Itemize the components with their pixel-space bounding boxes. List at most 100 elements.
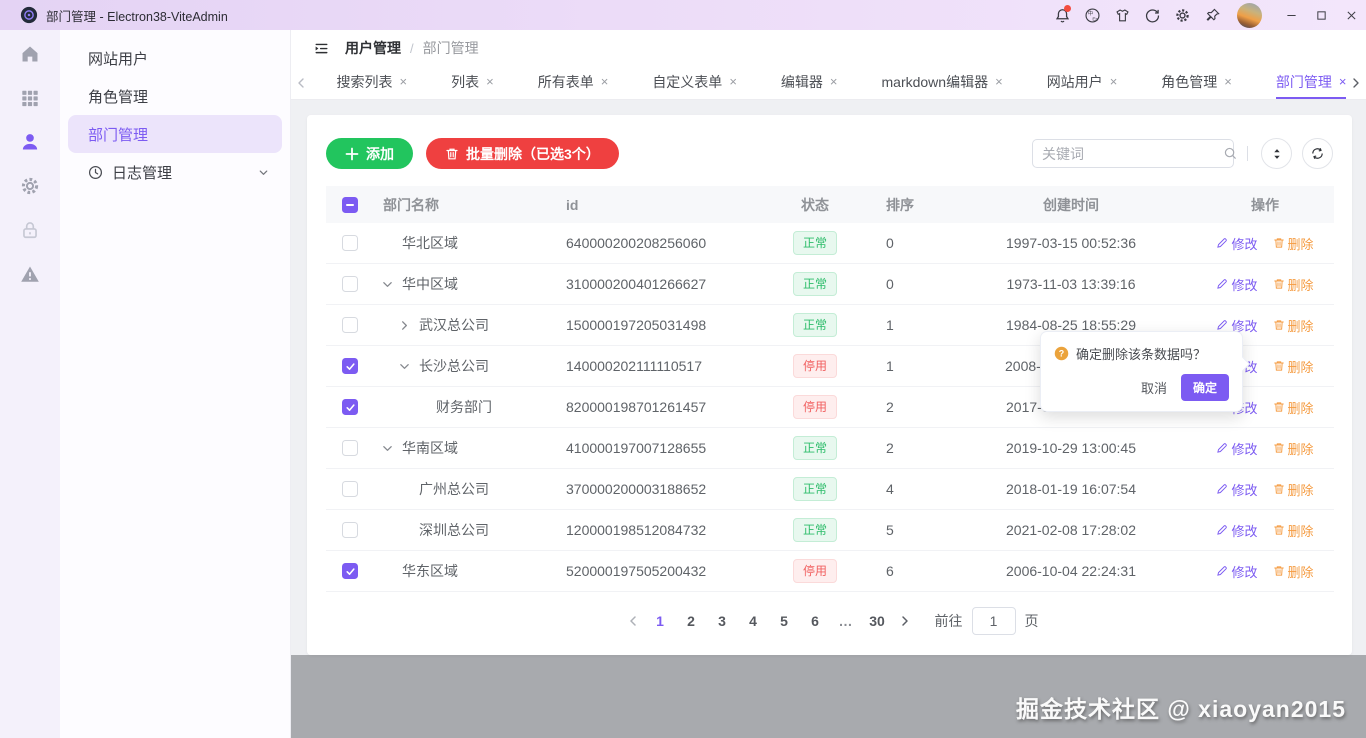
row-checkbox[interactable] xyxy=(342,235,358,251)
collapse-row-icon[interactable] xyxy=(382,443,402,454)
collapse-menu-icon[interactable] xyxy=(313,40,330,57)
row-sort: 1 xyxy=(860,358,946,374)
tab-角色管理[interactable]: 角色管理× xyxy=(1161,66,1232,99)
tabs-scroll-right-icon[interactable] xyxy=(1346,66,1366,99)
apps-grid-icon[interactable] xyxy=(19,86,42,109)
row-checkbox[interactable] xyxy=(342,522,358,538)
edit-button[interactable]: 修改 xyxy=(1216,275,1257,294)
system-gear-icon[interactable] xyxy=(19,174,42,197)
edit-button[interactable]: 修改 xyxy=(1216,234,1257,253)
notifications-bell-icon[interactable] xyxy=(1047,0,1077,30)
table-refresh-button[interactable] xyxy=(1302,138,1333,169)
department-name: 华北区域 xyxy=(402,233,458,253)
tab-close-icon[interactable]: × xyxy=(601,75,609,88)
select-all-checkbox[interactable] xyxy=(342,197,358,213)
delete-button[interactable]: 删除 xyxy=(1273,480,1314,499)
row-checkbox[interactable] xyxy=(342,358,358,374)
tab-网站用户[interactable]: 网站用户× xyxy=(1047,66,1118,99)
tab-部门管理[interactable]: 部门管理× xyxy=(1276,66,1347,99)
row-sort: 5 xyxy=(860,522,946,538)
keyword-search-input[interactable] xyxy=(1042,146,1223,162)
sidebar-item-部门管理[interactable]: 部门管理 xyxy=(68,115,282,153)
delete-button[interactable]: 删除 xyxy=(1273,275,1314,294)
tab-label: 自定义表单 xyxy=(652,72,722,92)
delete-button[interactable]: 删除 xyxy=(1273,398,1314,417)
home-icon[interactable] xyxy=(19,42,42,65)
pin-icon[interactable] xyxy=(1197,0,1227,30)
delete-button[interactable]: 删除 xyxy=(1273,439,1314,458)
row-checkbox[interactable] xyxy=(342,317,358,333)
delete-button[interactable]: 删除 xyxy=(1273,521,1314,540)
pagination-page-30[interactable]: 30 xyxy=(865,613,890,629)
collapse-row-icon[interactable] xyxy=(399,361,419,372)
delete-button[interactable]: 删除 xyxy=(1273,562,1314,581)
status-badge: 停用 xyxy=(793,559,837,583)
edit-button[interactable]: 修改 xyxy=(1216,439,1257,458)
row-checkbox[interactable] xyxy=(342,563,358,579)
row-checkbox[interactable] xyxy=(342,481,358,497)
breadcrumb-parent[interactable]: 用户管理 xyxy=(345,38,401,58)
pagination-page-2[interactable]: 2 xyxy=(679,613,704,629)
delete-button[interactable]: 删除 xyxy=(1273,357,1314,376)
batch-delete-button[interactable]: 批量删除（已选3个） xyxy=(426,138,619,169)
department-name: 华中区域 xyxy=(402,274,458,294)
edit-button[interactable]: 修改 xyxy=(1216,562,1257,581)
tab-close-icon[interactable]: × xyxy=(1110,75,1118,88)
close-button[interactable] xyxy=(1336,0,1366,30)
minimize-button[interactable] xyxy=(1276,0,1306,30)
pagination-prev-icon[interactable] xyxy=(621,615,645,627)
row-checkbox[interactable] xyxy=(342,399,358,415)
refresh-icon[interactable] xyxy=(1137,0,1167,30)
sidebar-item-label: 网站用户 xyxy=(88,48,148,69)
pagination-page-5[interactable]: 5 xyxy=(772,613,797,629)
edit-button[interactable]: 修改 xyxy=(1216,480,1257,499)
users-icon[interactable] xyxy=(19,130,42,153)
tab-编辑器[interactable]: 编辑器× xyxy=(781,66,838,99)
theme-skin-icon[interactable] xyxy=(1107,0,1137,30)
pagination-page-1[interactable]: 1 xyxy=(648,613,673,629)
table-tools xyxy=(1032,138,1333,169)
sidebar-item-日志管理[interactable]: 日志管理 xyxy=(68,153,282,191)
tab-close-icon[interactable]: × xyxy=(830,75,838,88)
add-button[interactable]: 添加 xyxy=(326,138,413,169)
tab-close-icon[interactable]: × xyxy=(1339,75,1347,88)
maximize-button[interactable] xyxy=(1306,0,1336,30)
edit-button[interactable]: 修改 xyxy=(1216,521,1257,540)
delete-button[interactable]: 删除 xyxy=(1273,316,1314,335)
tab-所有表单[interactable]: 所有表单× xyxy=(538,66,609,99)
tab-close-icon[interactable]: × xyxy=(400,75,408,88)
lock-icon[interactable] xyxy=(19,218,42,241)
delete-button[interactable]: 删除 xyxy=(1273,234,1314,253)
row-checkbox[interactable] xyxy=(342,440,358,456)
language-toggle-icon[interactable]: 中En xyxy=(1077,0,1107,30)
pagination-more[interactable]: … xyxy=(834,613,859,629)
tab-列表[interactable]: 列表× xyxy=(451,66,494,99)
expand-row-icon[interactable] xyxy=(399,320,419,331)
row-actions: 修改删除 xyxy=(1196,234,1334,253)
column-sort-button[interactable] xyxy=(1261,138,1292,169)
tab-自定义表单[interactable]: 自定义表单 × xyxy=(652,66,737,99)
tab-close-icon[interactable]: × xyxy=(995,75,1003,88)
tabs-scroll-left-icon[interactable] xyxy=(291,66,311,99)
collapse-row-icon[interactable] xyxy=(382,279,402,290)
row-actions: 修改删除 xyxy=(1196,521,1334,540)
tab-markdown编辑器[interactable]: markdown编辑器× xyxy=(882,66,1003,99)
row-checkbox[interactable] xyxy=(342,276,358,292)
tab-close-icon[interactable]: × xyxy=(729,75,737,88)
pagination-page-6[interactable]: 6 xyxy=(803,613,828,629)
sidebar-item-角色管理[interactable]: 角色管理 xyxy=(68,77,282,115)
tab-搜索列表[interactable]: 搜索列表× xyxy=(337,66,408,99)
alerts-warning-icon[interactable] xyxy=(19,262,42,285)
pagination-next-icon[interactable] xyxy=(893,615,917,627)
settings-gear-icon[interactable] xyxy=(1167,0,1197,30)
pagination-page-4[interactable]: 4 xyxy=(741,613,766,629)
pagination-page-3[interactable]: 3 xyxy=(710,613,735,629)
search-icon[interactable] xyxy=(1223,146,1238,161)
sidebar-item-网站用户[interactable]: 网站用户 xyxy=(68,39,282,77)
popconfirm-confirm-button[interactable]: 确定 xyxy=(1181,374,1229,401)
avatar[interactable] xyxy=(1237,3,1262,28)
tab-close-icon[interactable]: × xyxy=(1224,75,1232,88)
goto-page-input[interactable] xyxy=(972,607,1016,635)
tab-close-icon[interactable]: × xyxy=(486,75,494,88)
popconfirm-cancel-button[interactable]: 取消 xyxy=(1141,378,1167,397)
